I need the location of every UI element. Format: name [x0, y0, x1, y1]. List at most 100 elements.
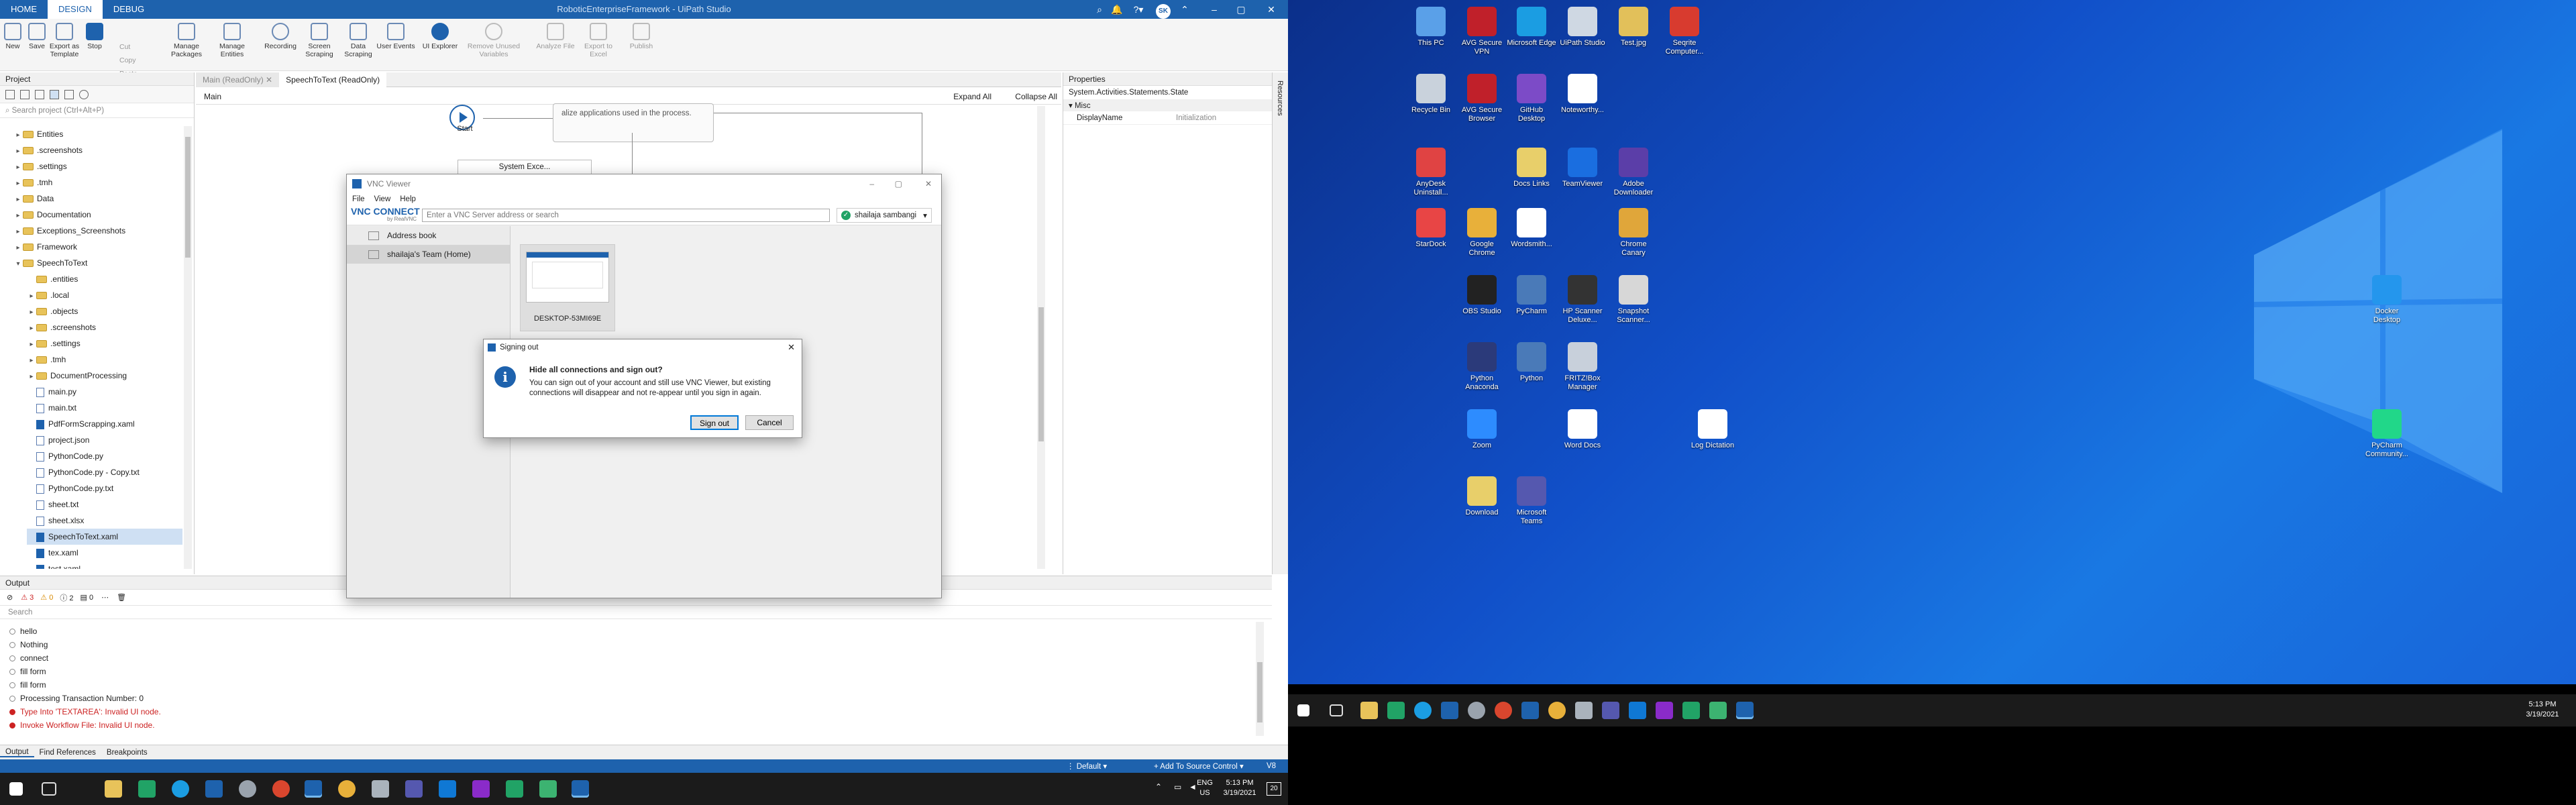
tree-item[interactable]: PdfFormScrapping.xaml [27, 416, 182, 432]
property-row[interactable]: DisplayName Initialization [1063, 111, 1272, 125]
log-line[interactable]: Nothing [9, 638, 48, 651]
add-source-control[interactable]: + Add To Source Control ▾ [1154, 761, 1244, 771]
desktop-icon[interactable]: Download [1456, 476, 1507, 517]
trace-filter[interactable]: ▤ 0 [80, 593, 94, 602]
onenote-icon[interactable] [472, 780, 490, 798]
expand-icon[interactable] [35, 89, 44, 99]
file-explorer-icon[interactable] [1360, 702, 1378, 719]
tab-debug[interactable]: DEBUG [103, 0, 155, 19]
app-icon[interactable] [372, 780, 389, 798]
error-filter[interactable]: ⚠ 3 [21, 593, 34, 602]
desktop-icon[interactable]: Python Anaconda [1456, 342, 1507, 392]
expand-caret-icon[interactable]: ▸ [13, 144, 23, 160]
file-explorer-icon[interactable] [105, 780, 122, 798]
app-icon[interactable] [539, 780, 557, 798]
desktop-icon[interactable]: Docker Desktop [2361, 275, 2412, 325]
tree-item[interactable]: tex.xaml [27, 545, 182, 561]
designer-scrollbar[interactable] [1037, 106, 1045, 569]
vnc-account-button[interactable]: ✓ shailaja sambangi ▾ [837, 207, 932, 223]
vnc-address-input[interactable]: Enter a VNC Server address or search [422, 208, 830, 222]
app-icon[interactable] [1575, 702, 1593, 719]
show-files-icon[interactable] [50, 89, 59, 99]
log-line[interactable]: Processing Transaction Number: 0 [9, 692, 144, 705]
tab-output[interactable]: Output [0, 748, 34, 757]
desktop-icon[interactable]: TeamViewer [1557, 148, 1608, 189]
collapse-all-link[interactable]: Collapse All [1015, 92, 1057, 101]
user-events-button[interactable]: User Events [376, 21, 416, 50]
desktop-icon[interactable]: Word Docs [1557, 409, 1608, 450]
user-avatar[interactable]: SK [1154, 0, 1173, 19]
desktop-icon[interactable]: Seqrite Computer... [1659, 7, 1710, 56]
tab-main[interactable]: Main (ReadOnly) ✕ [196, 72, 280, 87]
new-button[interactable]: New [0, 21, 25, 50]
notepad-icon[interactable] [1387, 702, 1405, 719]
desktop-icon[interactable]: Microsoft Edge [1506, 7, 1557, 48]
expand-caret-icon[interactable]: ▸ [13, 224, 23, 240]
stop-button[interactable]: Stop [80, 21, 109, 50]
initialization-state[interactable]: alize applications used in the process. [553, 103, 714, 142]
chrome-icon[interactable] [338, 780, 356, 798]
tree-item[interactable]: ▸ .tmh [27, 352, 182, 368]
uipath-icon[interactable] [1521, 702, 1539, 719]
excel-icon[interactable] [1682, 702, 1700, 719]
data-scraping-button[interactable]: Data Scraping [338, 21, 378, 58]
expand-caret-icon[interactable]: ▸ [27, 337, 36, 353]
output-search-input[interactable]: Search [0, 606, 1272, 619]
tree-item[interactable]: PythonCode.py.txt [27, 480, 182, 496]
collapse-all-icon[interactable] [5, 89, 15, 99]
tree-item[interactable]: ▸ Entities [13, 126, 182, 142]
outlook-icon[interactable] [1629, 702, 1646, 719]
desktop-icon[interactable]: FRITZ!Box Manager [1557, 342, 1608, 392]
powerpoint-icon[interactable] [1495, 702, 1512, 719]
task-view-icon[interactable] [42, 782, 56, 796]
signout-button[interactable]: Sign out [690, 415, 739, 430]
publish-button[interactable]: Publish [621, 21, 661, 50]
desktop-icon[interactable]: Google Chrome [1456, 208, 1507, 258]
vnc-viewer-icon[interactable] [572, 780, 589, 798]
warning-filter[interactable]: ⚠ 0 [40, 593, 53, 602]
manage-packages-button[interactable]: Manage Packages [166, 21, 207, 58]
start-icon[interactable] [9, 782, 23, 796]
minimize-button[interactable]: – [1201, 0, 1228, 19]
log-line[interactable]: fill form [9, 665, 46, 678]
tree-item[interactable]: SpeechToText.xaml [27, 529, 182, 545]
expand-caret-icon[interactable]: ▸ [27, 353, 36, 369]
screen-scraping-button[interactable]: Screen Scraping [299, 21, 339, 58]
desktop-icon[interactable]: Chrome Canary [1608, 208, 1659, 258]
log-line[interactable]: fill form [9, 678, 46, 692]
desktop-icon[interactable]: Docs Links [1506, 148, 1557, 189]
onenote-icon[interactable] [1656, 702, 1673, 719]
desktop-icon[interactable]: GitHub Desktop [1506, 74, 1557, 123]
app-icon[interactable] [1709, 702, 1727, 719]
expand-caret-icon[interactable]: ▸ [13, 192, 23, 208]
tab-breakpoints[interactable]: Breakpoints [101, 749, 153, 757]
output-scrollbar[interactable] [1256, 622, 1264, 736]
export-excel-button[interactable]: Export to Excel [578, 21, 619, 58]
start-icon[interactable] [1297, 704, 1309, 716]
clock[interactable]: 5:13 PM 3/19/2021 [1213, 778, 1267, 798]
computer-tile[interactable]: DESKTOP-53MI69E [520, 244, 615, 331]
tree-item[interactable]: ▸ Exceptions_Screenshots [13, 223, 182, 239]
settings-icon[interactable] [79, 89, 89, 99]
project-search-input[interactable]: ⌕ Search project (Ctrl+Alt+P) [0, 103, 194, 118]
team-item[interactable]: shailaja's Team (Home) [347, 245, 510, 264]
tree-item[interactable]: ▸ .local [27, 287, 182, 303]
desktop-icon[interactable]: Recycle Bin [1405, 74, 1456, 115]
word-icon[interactable] [205, 780, 223, 798]
cancel-button[interactable]: Cancel [745, 415, 794, 430]
powerpoint-icon[interactable] [272, 780, 290, 798]
desktop-icon[interactable]: Test.jpg [1608, 7, 1659, 48]
tree-item[interactable]: ▸ DocumentProcessing [27, 368, 182, 384]
task-view-icon[interactable] [1330, 704, 1343, 716]
save-button[interactable]: Save [24, 21, 50, 50]
help-icon[interactable]: ?▾ [1127, 0, 1150, 19]
address-book-item[interactable]: Address book [347, 226, 510, 245]
desktop-icon[interactable]: Zoom [1456, 409, 1507, 450]
desktop-icon[interactable]: Log Dictation [1687, 409, 1738, 450]
tree-item[interactable]: test.xaml [27, 561, 182, 569]
tree-item[interactable]: ▸ Framework [13, 239, 182, 255]
expand-caret-icon[interactable]: ▸ [13, 160, 23, 176]
teams-icon[interactable] [1602, 702, 1619, 719]
expand-caret-icon[interactable]: ▸ [13, 240, 23, 256]
desktop-icon[interactable]: Noteworthy... [1557, 74, 1608, 115]
